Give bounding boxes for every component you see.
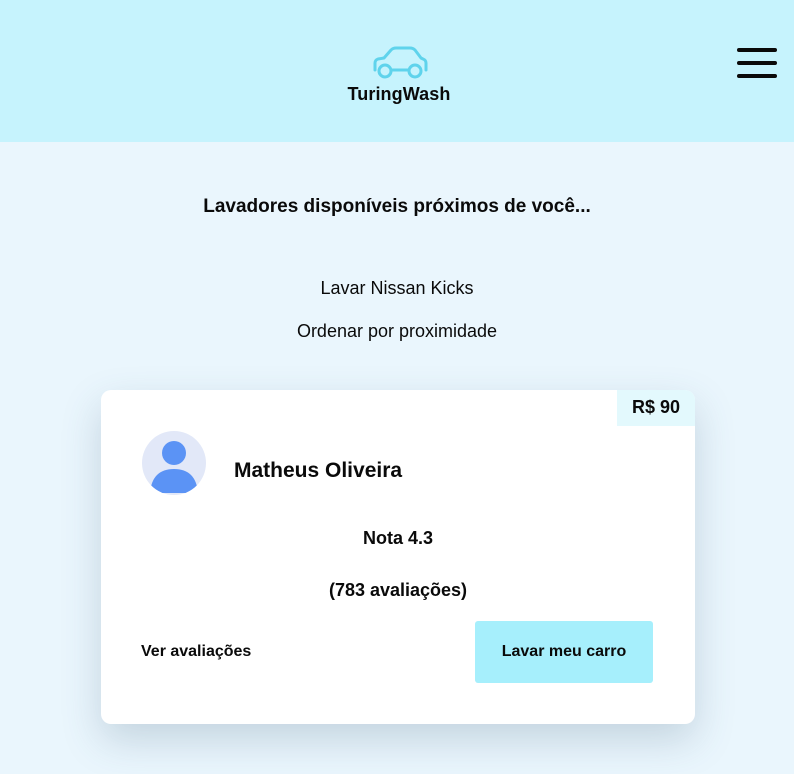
sort-selector[interactable]: Ordenar por proximidade: [0, 321, 794, 342]
wash-my-car-button[interactable]: Lavar meu carro: [475, 621, 653, 683]
menu-line: [737, 48, 777, 52]
reviews-count: (783 avaliações): [328, 580, 468, 600]
app-logo[interactable]: TuringWash: [345, 44, 453, 105]
menu-line: [737, 61, 777, 65]
car-icon: [373, 46, 428, 79]
user-avatar-icon: [142, 431, 206, 495]
washer-name: Matheus Oliveira: [234, 459, 403, 482]
washer-rating: Nota 4.3: [362, 528, 434, 548]
app-header: TuringWash: [0, 0, 794, 142]
view-reviews-link[interactable]: Ver avaliações: [141, 643, 251, 661]
page-title: Lavadores disponíveis próximos de você..…: [203, 196, 591, 217]
selected-service: Lavar Nissan Kicks: [320, 278, 474, 298]
washer-card: R$ 90 Matheus Oliveira Nota 4.3 (783 ava…: [101, 390, 695, 724]
menu-line: [737, 74, 777, 78]
logo-text: TuringWash: [347, 84, 451, 104]
hamburger-menu-icon[interactable]: [737, 48, 777, 78]
price-badge: R$ 90: [617, 390, 695, 426]
